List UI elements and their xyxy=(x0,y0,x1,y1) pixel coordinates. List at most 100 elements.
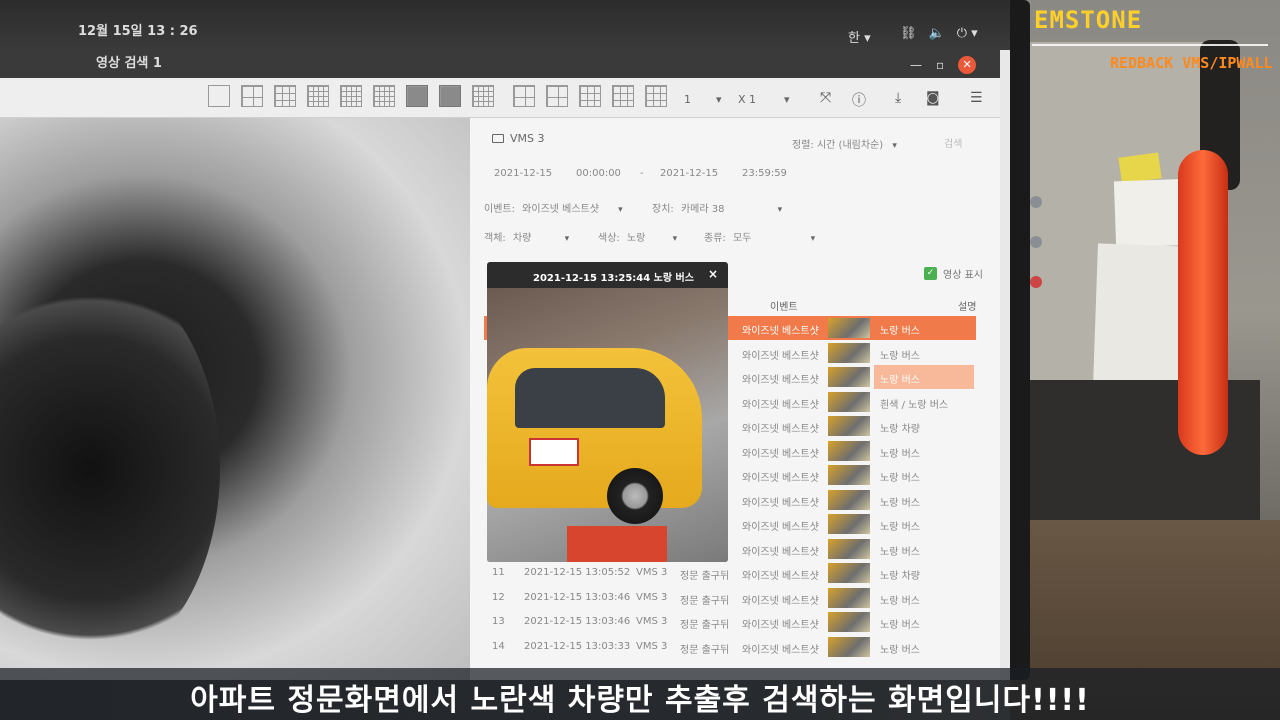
layout-36-icon[interactable] xyxy=(373,85,395,107)
row-description: 노랑 버스 xyxy=(880,497,920,509)
chevron-down-icon: ▾ xyxy=(892,141,897,151)
show-video-checkbox[interactable]: ✓ 영상 표시 xyxy=(924,266,983,281)
info-icon[interactable]: ⓘ xyxy=(852,90,866,110)
close-button[interactable]: ✕ xyxy=(958,56,977,74)
row-description: 노랑 버스 xyxy=(880,644,920,656)
download-icon[interactable]: ⤓ xyxy=(895,90,901,106)
layout-9-icon[interactable] xyxy=(274,85,296,107)
layout-custom-icon[interactable] xyxy=(612,85,634,107)
row-time: 2021-12-15 13:03:33 xyxy=(524,640,631,652)
row-thumbnail[interactable] xyxy=(828,538,870,559)
row-thumbnail[interactable] xyxy=(828,612,870,632)
row-thumbnail[interactable] xyxy=(828,391,870,412)
row-device: 정문 출구뒤 xyxy=(680,595,730,607)
monitor-icon xyxy=(492,134,504,143)
maximize-button[interactable]: ▫ xyxy=(936,58,944,72)
row-event: 와이즈넷 베스트샷 xyxy=(742,522,819,533)
row-thumbnail[interactable] xyxy=(828,367,870,387)
row-description: 노랑 버스 xyxy=(874,365,974,389)
subtitle-text: 아파트 정문화면에서 노란색 차량만 추출후 검색하는 화면입니다!!!! xyxy=(190,683,1090,718)
sort-label: 정렬: xyxy=(792,140,814,151)
row-thumbnail[interactable] xyxy=(828,563,870,583)
row-number: 12 xyxy=(492,591,505,603)
system-date: 12월 15일 13 : 26 xyxy=(78,24,198,39)
row-device: 정문 출구뒤 xyxy=(680,571,730,582)
row-thumbnail[interactable] xyxy=(828,465,870,485)
layout-64-icon[interactable] xyxy=(472,85,494,107)
kind-filter[interactable]: 종류: 모두 ▾ xyxy=(704,229,815,244)
van-window xyxy=(515,368,665,428)
chevron-down-icon: ▾ xyxy=(564,234,570,244)
row-thumbnail[interactable] xyxy=(828,489,870,510)
layout-1-icon[interactable] xyxy=(208,85,230,107)
object-filter[interactable]: 객체: 차량 ▾ xyxy=(484,229,569,244)
kind-select[interactable]: 모두 xyxy=(733,233,751,244)
chevron-down-icon: ▾ xyxy=(672,234,678,244)
object-select[interactable]: 차량 xyxy=(513,233,531,244)
event-select[interactable]: 와이즈넷 베스트샷 xyxy=(522,204,599,215)
end-time-field[interactable]: 23:59:59 xyxy=(742,168,787,179)
row-event: 와이즈넷 베스트샷 xyxy=(742,399,819,411)
cabinet-knob xyxy=(1030,196,1042,208)
page-select[interactable]: 1 xyxy=(684,93,691,106)
layout-16-icon[interactable] xyxy=(307,85,329,107)
table-row[interactable]: 11 2021-12-15 13:05:52 VMS 3 정문 출구뒤 와이즈넷 베스트… xyxy=(484,561,976,585)
camera-icon[interactable]: ◙ xyxy=(926,90,940,106)
volume-icon[interactable]: 🔈 xyxy=(929,26,945,41)
layout-custom-icon[interactable] xyxy=(546,85,568,107)
row-thumbnail[interactable] xyxy=(828,416,870,436)
popup-close-button[interactable]: × xyxy=(708,267,718,281)
table-row[interactable]: 14 2021-12-15 13:03:33 VMS 3 정문 출구뒤 와이즈넷 베스트… xyxy=(484,635,976,659)
row-thumbnail[interactable] xyxy=(828,342,870,363)
color-filter[interactable]: 색상: 노랑 ▾ xyxy=(598,229,677,244)
network-icon[interactable]: ⛓ xyxy=(900,26,917,41)
language-switch[interactable]: 한 ▾ xyxy=(848,27,871,46)
layout-custom-icon[interactable] xyxy=(645,85,667,107)
chevron-down-icon: ▾ xyxy=(810,234,816,244)
row-thumbnail[interactable] xyxy=(828,636,870,657)
device-filter[interactable]: 장치: 카메라 38 ▾ xyxy=(652,200,782,215)
end-date-field[interactable]: 2021-12-15 xyxy=(660,168,718,179)
chevron-down-icon[interactable]: ▾ xyxy=(716,93,722,106)
minimize-button[interactable]: — xyxy=(910,58,922,72)
row-thumbnail[interactable] xyxy=(828,587,870,608)
chevron-down-icon[interactable]: ▾ xyxy=(784,93,790,106)
row-thumbnail[interactable] xyxy=(828,514,870,534)
table-row[interactable]: 13 2021-12-15 13:03:46 VMS 3 정문 출구뒤 와이즈넷 베스트… xyxy=(484,610,976,634)
row-thumbnail[interactable] xyxy=(828,318,870,338)
start-time-field[interactable]: 00:00:00 xyxy=(576,168,621,179)
layout-25-icon[interactable] xyxy=(340,85,362,107)
device-select[interactable]: 카메라 38 xyxy=(681,204,725,215)
row-number: 14 xyxy=(492,640,505,652)
start-date-field[interactable]: 2021-12-15 xyxy=(494,168,552,179)
tab-video-search[interactable]: 영상 검색 1 xyxy=(96,52,162,71)
sort-control[interactable]: 정렬: 시간 (내림차순) ▾ xyxy=(792,136,897,151)
layout-4-icon[interactable] xyxy=(241,85,263,107)
brand-logo: EMSTONE xyxy=(1034,6,1143,34)
list-icon[interactable]: ☰ xyxy=(970,90,983,106)
fullscreen-icon[interactable]: ⤧ xyxy=(820,90,831,106)
layout-filled-icon[interactable] xyxy=(439,85,461,107)
event-label: 이벤트: xyxy=(484,204,515,215)
row-event: 와이즈넷 베스트샷 xyxy=(742,595,819,607)
row-event: 와이즈넷 베스트샷 xyxy=(742,375,819,386)
color-select[interactable]: 노랑 xyxy=(627,233,645,244)
table-row[interactable]: 12 2021-12-15 13:03:46 VMS 3 정문 출구뒤 와이즈넷 베스트… xyxy=(484,586,976,610)
event-filter[interactable]: 이벤트: 와이즈넷 베스트샷 ▾ xyxy=(484,200,623,215)
column-header-desc[interactable]: 설명 xyxy=(958,298,976,313)
layout-custom-icon[interactable] xyxy=(579,85,601,107)
layout-custom-icon[interactable] xyxy=(513,85,535,107)
brand-subtitle: REDBACK VMS/IPWALL xyxy=(1110,54,1273,72)
power-icon[interactable]: ⏻ ▾ xyxy=(957,26,978,41)
cabinet-knob xyxy=(1030,236,1042,248)
speed-select[interactable]: X 1 xyxy=(738,93,756,106)
row-description: 노랑 버스 xyxy=(880,522,920,533)
row-thumbnail[interactable] xyxy=(828,440,870,461)
layout-filled-icon[interactable] xyxy=(406,85,428,107)
sort-select[interactable]: 시간 (내림차순) xyxy=(817,140,883,151)
column-header-event[interactable]: 이벤트 xyxy=(770,298,798,313)
search-button[interactable]: 검색 xyxy=(944,135,962,150)
row-description: 노랑 버스 xyxy=(880,473,920,484)
device-label: 장치: xyxy=(652,204,674,215)
camera-view[interactable] xyxy=(0,118,470,680)
